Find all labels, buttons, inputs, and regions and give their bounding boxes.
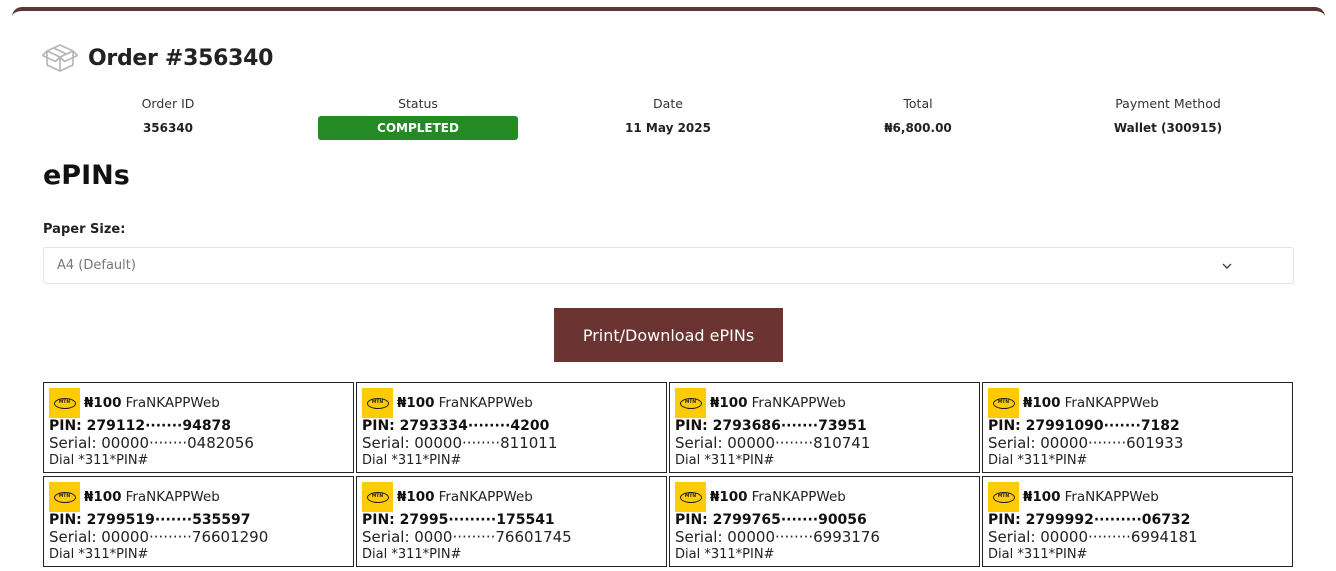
status-label: Status (398, 96, 438, 111)
epin-amount: ₦100 (84, 489, 122, 505)
epin-card: MTN ₦100 FraNKAPPWeb PIN: 2799765·······… (669, 476, 980, 567)
epin-amount: ₦100 (397, 395, 435, 411)
mtn-logo-icon: MTN (49, 388, 80, 418)
mtn-logo-icon: MTN (988, 482, 1019, 512)
epin-card: MTN ₦100 FraNKAPPWeb PIN: 2799519·······… (43, 476, 354, 567)
epin-serial: Serial: 00000········811011 (362, 434, 558, 452)
epin-card: MTN ₦100 FraNKAPPWeb PIN: 27995·········… (356, 476, 667, 567)
epin-vendor: FraNKAPPWeb (438, 395, 533, 411)
epin-dial: Dial *311*PIN# (675, 547, 775, 562)
summary-order-id: Order ID 356340 (58, 96, 278, 135)
epin-dial: Dial *311*PIN# (988, 547, 1088, 562)
order-header: Order #356340 (42, 40, 273, 76)
epin-amount: ₦100 (1023, 395, 1061, 411)
epin-serial: Serial: 00000········810741 (675, 434, 871, 452)
order-id-label: Order ID (141, 96, 195, 111)
summary-status: Status COMPLETED (308, 96, 528, 140)
summary-date: Date 11 May 2025 (558, 96, 778, 135)
epin-dial: Dial *311*PIN# (49, 453, 149, 468)
epin-card: MTN ₦100 FraNKAPPWeb PIN: 2793334·······… (356, 382, 667, 473)
epin-amount: ₦100 (397, 489, 435, 505)
epin-serial: Serial: 0000·········76601745 (362, 528, 572, 546)
order-summary: Order ID 356340 Status COMPLETED Date 11… (0, 96, 1336, 146)
epin-vendor: FraNKAPPWeb (125, 489, 220, 505)
order-id-value: 356340 (142, 121, 194, 135)
summary-payment: Payment Method Wallet (300915) (1058, 96, 1278, 135)
epin-amount: ₦100 (710, 489, 748, 505)
paper-size-select[interactable]: A4 (Default) (43, 247, 1294, 284)
mtn-logo-icon: MTN (675, 388, 706, 418)
epins-title: ePINs (43, 160, 130, 191)
paper-size-value: A4 (Default) (57, 258, 136, 273)
total-value: ₦6,800.00 (884, 121, 952, 135)
mtn-logo-icon: MTN (49, 482, 80, 512)
epin-serial: Serial: 00000·········76601290 (49, 528, 269, 546)
date-label: Date (653, 96, 683, 111)
epin-vendor: FraNKAPPWeb (751, 489, 846, 505)
epin-vendor: FraNKAPPWeb (1064, 395, 1159, 411)
summary-total: Total ₦6,800.00 (808, 96, 1028, 135)
print-download-button[interactable]: Print/Download ePINs (554, 308, 783, 362)
epin-pin: PIN: 2799992·········06732 (988, 512, 1191, 528)
mtn-logo-icon: MTN (362, 388, 393, 418)
mtn-logo-icon: MTN (675, 482, 706, 512)
box-icon (42, 44, 78, 72)
order-title: Order #356340 (88, 45, 274, 71)
mtn-logo-icon: MTN (362, 482, 393, 512)
epin-pin: PIN: 2793334········4200 (362, 418, 550, 434)
epin-pin: PIN: 2799519·······535597 (49, 512, 251, 528)
epin-dial: Dial *311*PIN# (675, 453, 775, 468)
epin-dial: Dial *311*PIN# (362, 453, 462, 468)
epin-serial: Serial: 00000········6993176 (675, 528, 880, 546)
epin-dial: Dial *311*PIN# (362, 547, 462, 562)
epin-vendor: FraNKAPPWeb (125, 395, 220, 411)
epin-dial: Dial *311*PIN# (49, 547, 149, 562)
epin-amount: ₦100 (84, 395, 122, 411)
payment-method-value: Wallet (300915) (1113, 121, 1223, 135)
mtn-logo-icon: MTN (988, 388, 1019, 418)
epin-pin: PIN: 2793686·······73951 (675, 418, 867, 434)
epin-vendor: FraNKAPPWeb (1064, 489, 1159, 505)
epin-vendor: FraNKAPPWeb (751, 395, 846, 411)
epin-serial: Serial: 00000········0482056 (49, 434, 254, 452)
epin-amount: ₦100 (1023, 489, 1061, 505)
epin-amount: ₦100 (710, 395, 748, 411)
epin-pin: PIN: 27991090·······7182 (988, 418, 1180, 434)
epin-pin: PIN: 2799765·······90056 (675, 512, 867, 528)
date-value: 11 May 2025 (625, 121, 711, 135)
epin-dial: Dial *311*PIN# (988, 453, 1088, 468)
epin-card: MTN ₦100 FraNKAPPWeb PIN: 279112·······9… (43, 382, 354, 473)
epin-pin: PIN: 27995·········175541 (362, 512, 555, 528)
epin-serial: Serial: 00000·········6994181 (988, 528, 1198, 546)
epin-pin: PIN: 279112·······94878 (49, 418, 232, 434)
paper-size-label: Paper Size: (43, 222, 126, 237)
payment-method-label: Payment Method (1115, 96, 1221, 111)
epin-card: MTN ₦100 FraNKAPPWeb PIN: 27991090······… (982, 382, 1293, 473)
epin-serial: Serial: 00000········601933 (988, 434, 1184, 452)
epin-vendor: FraNKAPPWeb (438, 489, 533, 505)
total-label: Total (903, 96, 933, 111)
epin-card: MTN ₦100 FraNKAPPWeb PIN: 2799992·······… (982, 476, 1293, 567)
epin-card: MTN ₦100 FraNKAPPWeb PIN: 2793686·······… (669, 382, 980, 473)
status-badge: COMPLETED (318, 116, 518, 140)
chevron-down-icon (1222, 263, 1232, 269)
